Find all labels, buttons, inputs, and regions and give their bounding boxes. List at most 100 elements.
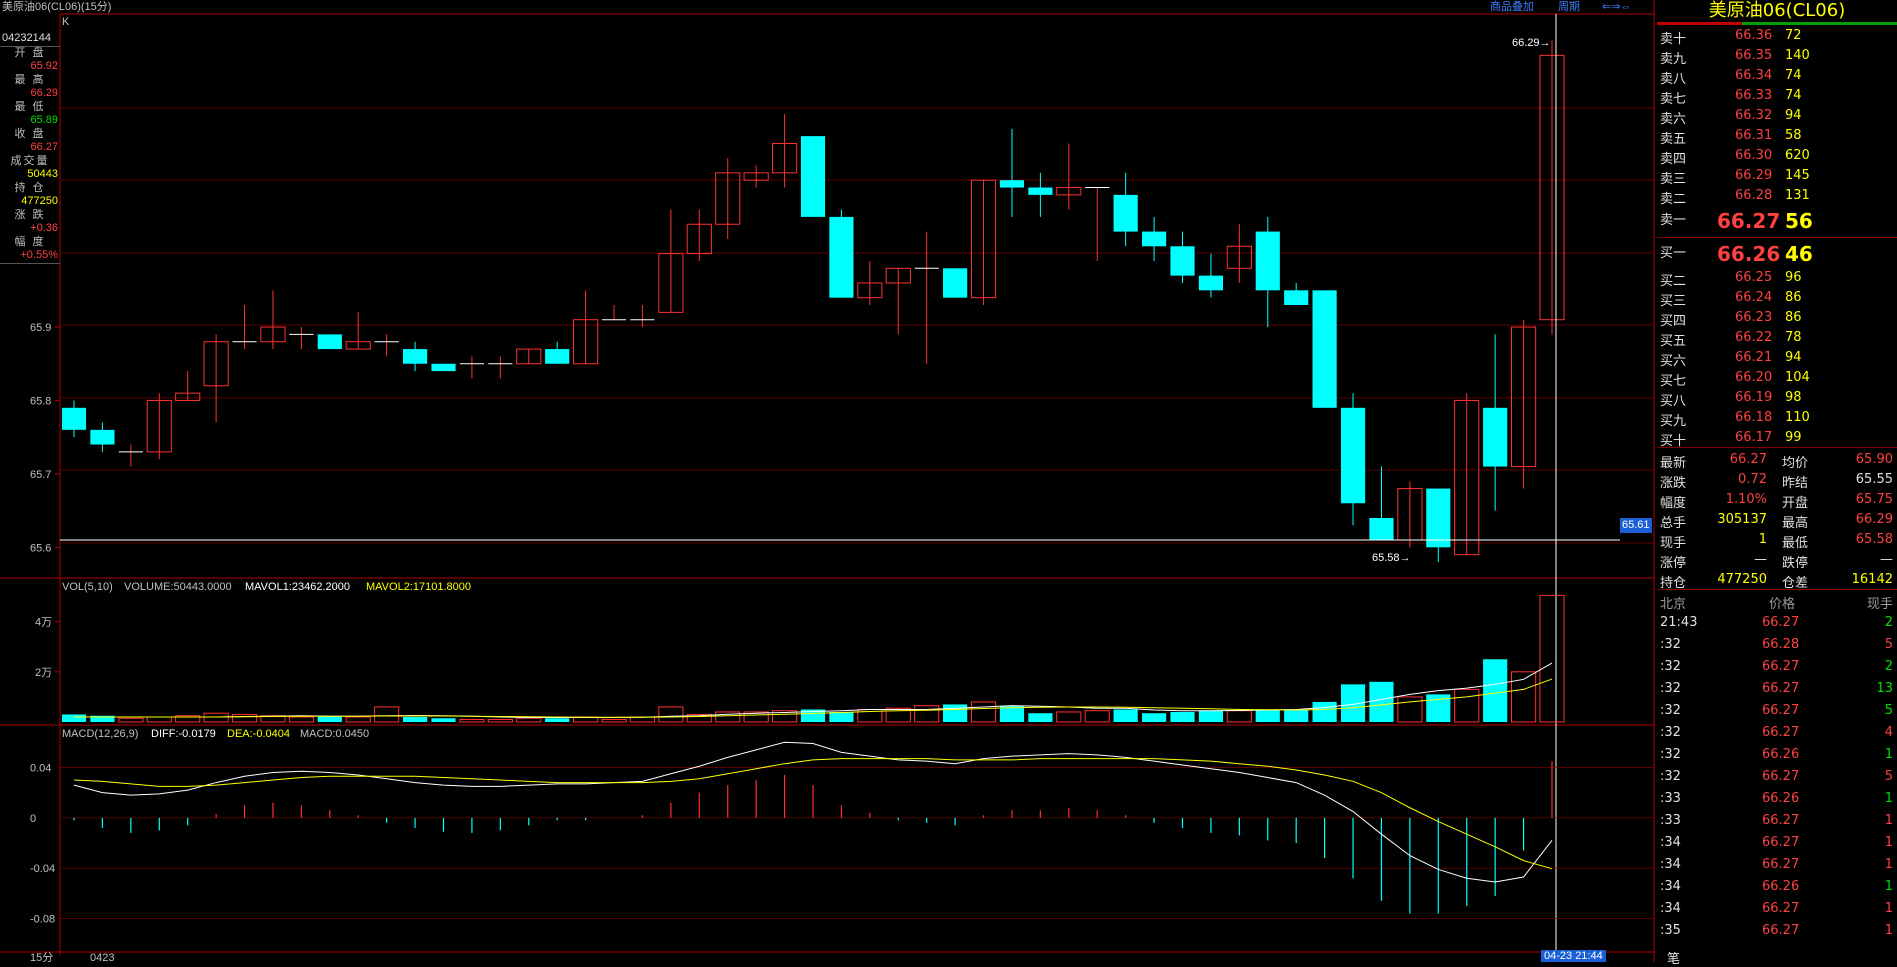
ask-label: 卖九 (1660, 52, 1687, 67)
stat-label: 涨停 (1660, 556, 1687, 571)
candle-down (1255, 231, 1280, 291)
stat-label-2: 开盘 (1782, 496, 1809, 511)
vol-bar-down (1198, 710, 1224, 722)
vol-bar-down (431, 718, 456, 722)
candle-down (317, 334, 342, 350)
tick-row: :32 66.27 2 (1657, 657, 1897, 677)
bid-row: 买三 66.24 86 (1657, 288, 1897, 309)
bid-row: 买五 66.22 78 (1657, 328, 1897, 349)
vol-bar-up (118, 717, 144, 723)
stat-row: 总手 305137 最高 66.29 (1657, 510, 1897, 531)
tick-volume: 1 (1884, 791, 1893, 806)
candle-down (943, 268, 968, 298)
bid-price: 66.17 (1735, 430, 1773, 445)
macd-header-macd: MACD:0.0450 (300, 728, 369, 740)
bid-price: 66.18 (1735, 410, 1773, 425)
tick-price: 66.27 (1762, 901, 1800, 916)
stat-label-2: 跌停 (1782, 556, 1809, 571)
price-tick-label: 65.6 (30, 542, 51, 554)
ask-label: 卖五 (1660, 132, 1687, 147)
tick-price: 66.27 (1762, 769, 1800, 784)
oi-label: 持 仓 (14, 181, 46, 194)
tick-row: :32 66.27 13 (1657, 679, 1897, 699)
ask-row: 卖七 66.33 74 (1657, 86, 1897, 107)
candle-down (1426, 488, 1451, 548)
high-label: 最 高 (14, 73, 46, 86)
ask1-volume: 56 (1785, 209, 1813, 233)
macd-header-name: MACD(12,26,9) (62, 728, 138, 740)
stat-value: — (1754, 552, 1767, 567)
bid-volume: 94 (1785, 350, 1802, 365)
vol-bar-down (1170, 711, 1195, 722)
tick-row: :33 66.27 1 (1657, 811, 1897, 831)
period-button[interactable]: 周期 (1558, 0, 1580, 14)
stat-value-2: 16142 (1851, 572, 1893, 587)
price-tick-label: 65.9 (30, 322, 51, 334)
bid-row: 买四 66.23 86 (1657, 308, 1897, 329)
bid-row: 买八 66.19 98 (1657, 388, 1897, 409)
stat-label-2: 最低 (1782, 536, 1809, 551)
stat-value-2: 65.75 (1855, 492, 1893, 507)
bid-label: 买四 (1660, 314, 1687, 329)
tick-price: 66.27 (1762, 857, 1800, 872)
tick-time: :32 (1660, 703, 1681, 718)
candle-down (402, 349, 428, 364)
vol-bar-up (1397, 696, 1423, 723)
ask-price: 66.34 (1735, 68, 1773, 83)
vol-bar-up (1084, 710, 1110, 723)
tick-row: :32 66.27 5 (1657, 701, 1897, 721)
candle-down (1198, 275, 1224, 291)
bid-label: 买八 (1660, 394, 1687, 409)
vol-bar-up (231, 713, 258, 723)
candle-down (800, 136, 826, 217)
candle-down (1340, 407, 1366, 504)
bid-volume: 110 (1785, 410, 1810, 425)
stat-label: 幅度 (1660, 496, 1687, 511)
vol-label: 成交量 (10, 154, 50, 167)
bid-volume: 104 (1785, 370, 1810, 385)
tick-price: 66.26 (1762, 879, 1800, 894)
kline-chart[interactable]: 65.6 65.7 65.8 65.9 66.29→ 65.58→ 2万 4万 VOL(5,10… (0, 0, 1655, 962)
bid-volume: 86 (1785, 310, 1802, 325)
tick-price: 66.27 (1762, 615, 1800, 630)
vol-bar-down (61, 714, 87, 722)
bid-price: 66.24 (1735, 290, 1773, 305)
candle-down (90, 429, 115, 445)
vol-bar-up (345, 716, 371, 723)
low-value: 65.89 (30, 114, 58, 126)
stats-separator (1657, 447, 1897, 448)
tick-price: 66.27 (1762, 725, 1800, 740)
tick-volume: 5 (1884, 637, 1893, 652)
ask-row: 卖十 66.36 72 (1657, 26, 1897, 47)
vol-bar-down (1113, 709, 1138, 722)
ask-volume: 74 (1785, 68, 1802, 83)
bottom-date-label: 0423 (90, 952, 114, 962)
pct-value: +0.55% (0, 249, 60, 264)
tick-price: 66.27 (1762, 923, 1800, 938)
stat-label-2: 昨结 (1782, 476, 1809, 491)
stat-value-2: 66.29 (1855, 512, 1893, 527)
vol-bar-up (146, 716, 172, 723)
tick-time: :32 (1660, 725, 1681, 740)
stat-value: 305137 (1717, 512, 1767, 527)
tick-time: :34 (1660, 835, 1681, 850)
candle-down (1170, 246, 1195, 276)
nav-arrows-icon[interactable]: ⇐⇒⇔ (1602, 0, 1631, 14)
bottom-period-label: 15分 (30, 951, 53, 962)
ask-price: 66.32 (1735, 108, 1773, 123)
tick-volume: 2 (1884, 615, 1893, 630)
vol-bar-down (545, 718, 570, 722)
overlay-button[interactable]: 商品叠加 (1490, 0, 1534, 14)
vol-bar-down (1369, 681, 1394, 722)
tick-volume: 1 (1884, 923, 1893, 938)
ask-volume: 72 (1785, 28, 1802, 43)
vol-bar-up (1226, 710, 1252, 723)
stat-label-2: 均价 (1782, 456, 1809, 471)
candle-down (1141, 231, 1167, 247)
ask-price: 66.31 (1735, 128, 1773, 143)
bid-volume: 86 (1785, 290, 1802, 305)
low-annotation: 65.58→ (1372, 552, 1411, 564)
vol-header-ma1: MAVOL1:23462.2000 (245, 581, 350, 593)
tick-row: :32 66.27 4 (1657, 723, 1897, 743)
vol-value: 50443 (27, 168, 58, 180)
